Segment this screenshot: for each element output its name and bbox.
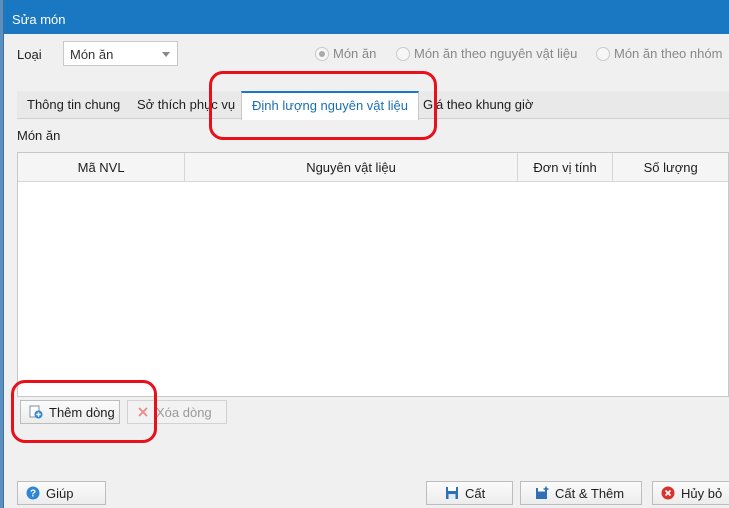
tab-thong-tin-chung[interactable]: Thông tin chung: [17, 91, 130, 119]
column-header[interactable]: Đơn vị tính: [518, 153, 614, 181]
save-and-add-button[interactable]: Cất & Thêm: [520, 481, 642, 505]
grid-header: Mã NVL Nguyên vật liệu Đơn vị tính Số lư…: [18, 153, 728, 182]
help-label: Giúp: [46, 485, 74, 501]
tab-gia-theo-khung-gio[interactable]: Giá theo khung giờ: [413, 91, 543, 119]
save-and-add-label: Cất & Thêm: [555, 485, 625, 501]
type-combo-value: Món ăn: [70, 47, 114, 62]
radio-label: Món ăn theo nhóm: [614, 46, 723, 61]
cancel-icon: [661, 486, 675, 500]
radio-mon-an-nvl[interactable]: Món ăn theo nguyên vật liệu: [396, 46, 577, 61]
delete-row-button[interactable]: Xóa dòng: [127, 400, 227, 424]
close-icon: [136, 405, 150, 419]
save-button[interactable]: Cất: [426, 481, 513, 505]
type-combo[interactable]: Món ăn: [63, 41, 178, 66]
cancel-label: Hủy bỏ: [681, 485, 723, 501]
radio-mon-an[interactable]: Món ăn: [315, 46, 376, 61]
cancel-button[interactable]: Hủy bỏ: [652, 481, 729, 505]
section-title: Món ăn: [17, 128, 61, 143]
chevron-down-icon: [162, 52, 170, 57]
tab-bar: Thông tin chung Sở thích phục vụ Định lư…: [17, 91, 729, 120]
svg-text:?: ?: [30, 489, 36, 500]
type-label: Loại: [17, 47, 42, 62]
add-row-button[interactable]: Thêm dòng: [20, 400, 120, 424]
radio-dot-icon: [315, 46, 329, 61]
radio-label: Món ăn theo nguyên vật liệu: [414, 46, 578, 61]
ingredient-grid[interactable]: Mã NVL Nguyên vật liệu Đơn vị tính Số lư…: [17, 152, 729, 397]
help-icon: ?: [26, 486, 40, 500]
column-header[interactable]: Mã NVL: [18, 153, 186, 181]
radio-dot-icon: [596, 46, 610, 61]
help-button[interactable]: ? Giúp: [17, 481, 106, 505]
tab-so-thich-phuc-vu[interactable]: Sở thích phục vụ: [127, 91, 245, 119]
add-row-label: Thêm dòng: [49, 404, 115, 420]
delete-row-label: Xóa dòng: [156, 404, 212, 420]
radio-dot-icon: [396, 46, 410, 61]
save-icon: [445, 486, 459, 500]
radio-label: Món ăn: [333, 46, 377, 61]
save-add-icon: [535, 486, 549, 500]
edit-dish-dialog: Sửa món Loại Món ăn Món ăn Món ăn theo n…: [3, 0, 729, 508]
column-header[interactable]: Số lượng: [613, 153, 728, 181]
column-header[interactable]: Nguyên vật liệu: [185, 153, 518, 181]
add-row-icon: [29, 405, 43, 419]
save-label: Cất: [465, 485, 486, 501]
type-row: Loại Món ăn Món ăn Món ăn theo nguyên vậ…: [4, 40, 729, 68]
radio-mon-an-nhom[interactable]: Món ăn theo nhóm: [596, 46, 722, 61]
window-title: Sửa món: [4, 0, 729, 34]
row-buttons: Thêm dòng Xóa dòng: [17, 397, 729, 433]
tab-dinh-luong-nvl[interactable]: Định lượng nguyên vật liệu: [241, 91, 419, 120]
